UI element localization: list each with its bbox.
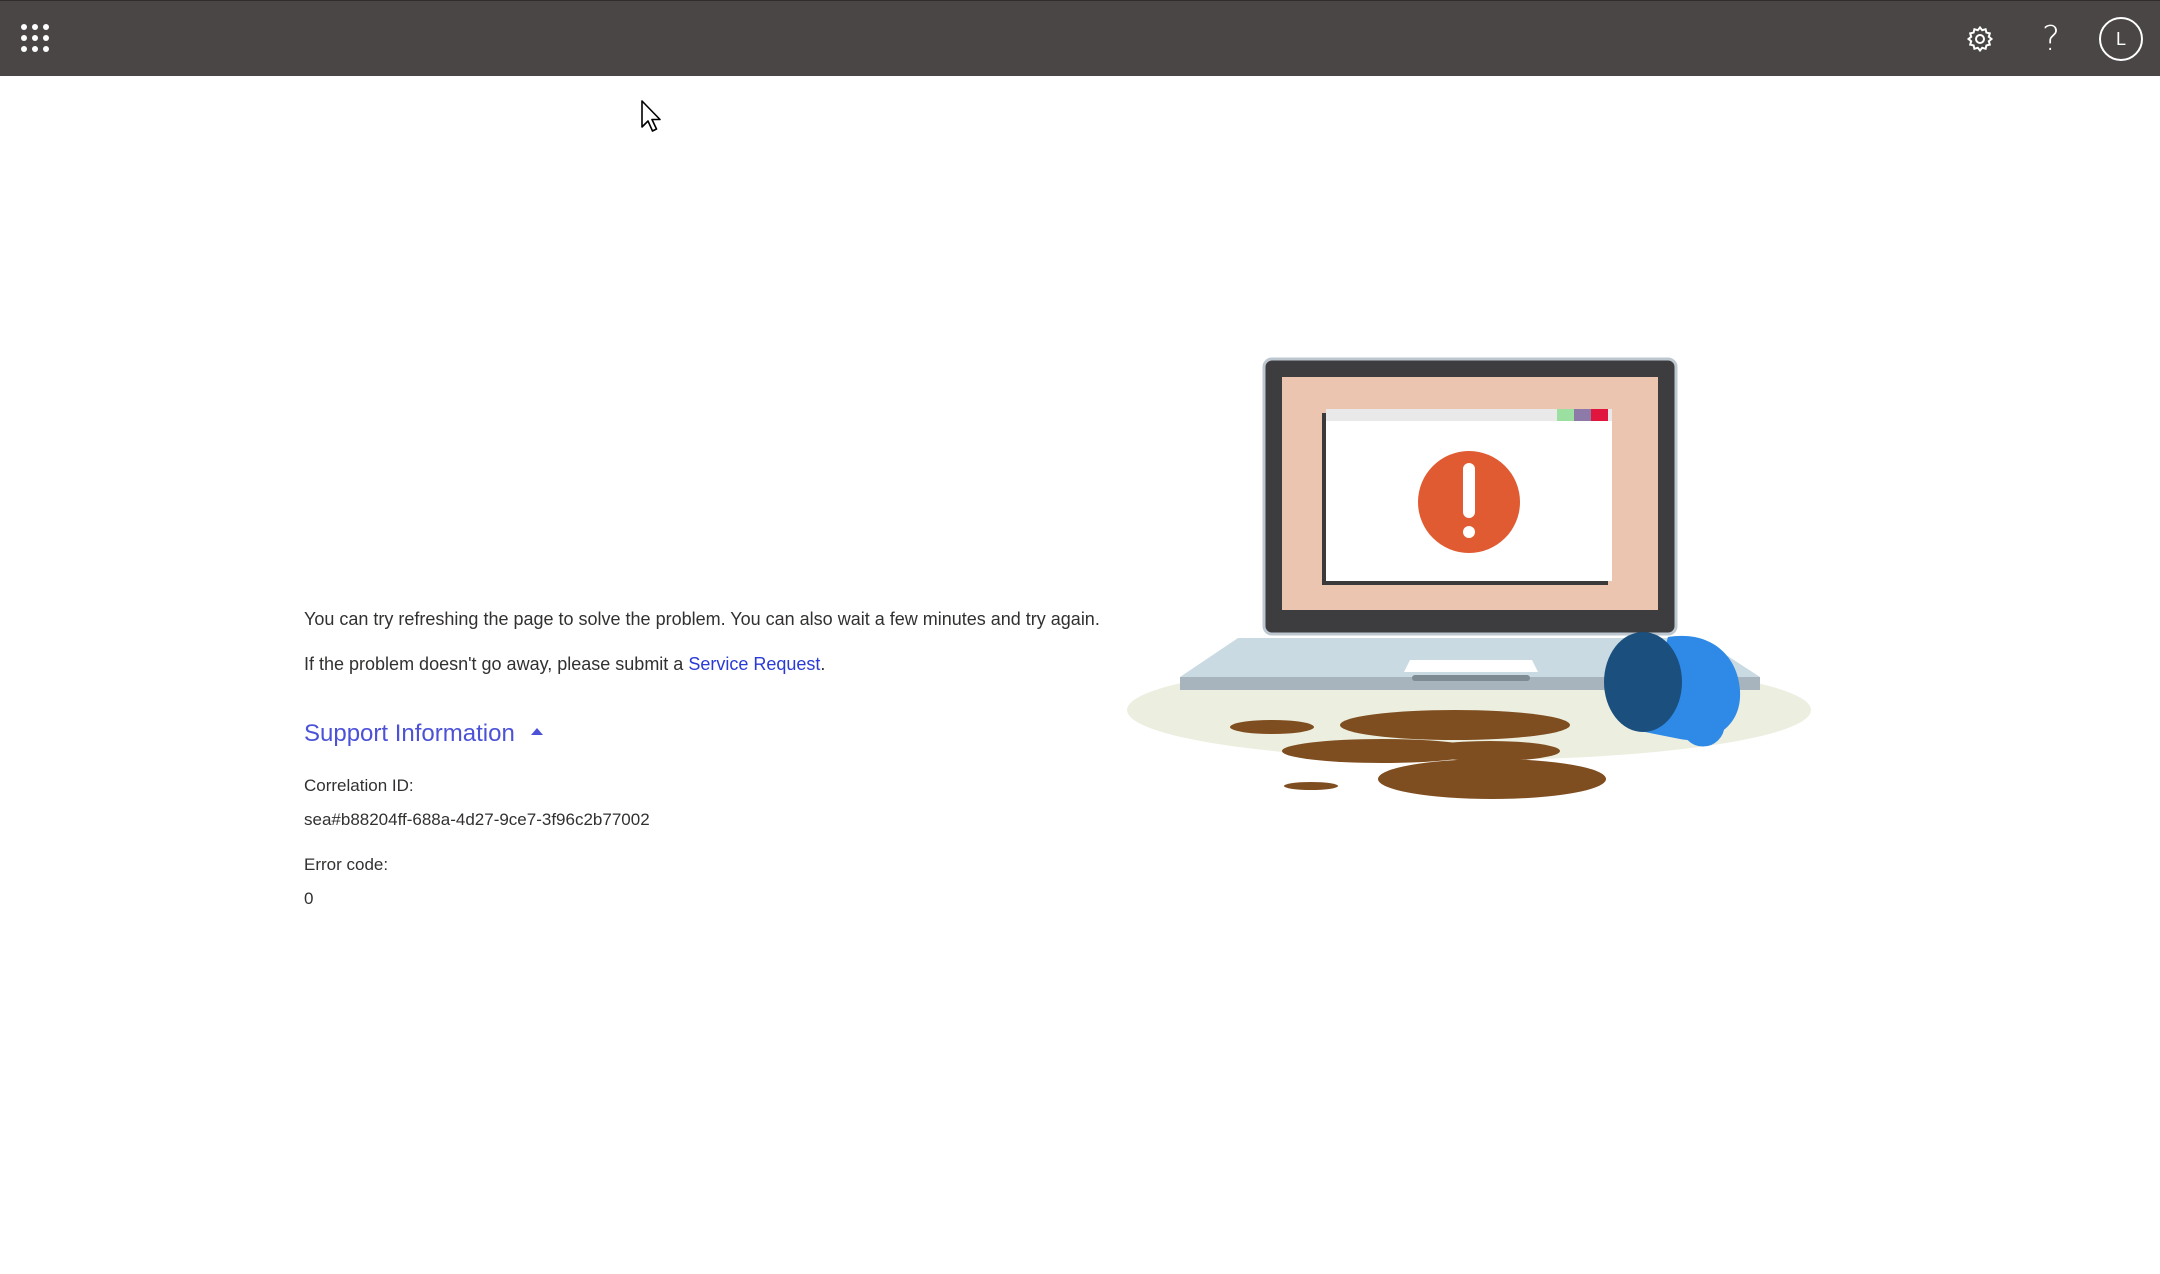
top-bar: ? L (0, 0, 2160, 76)
avatar-initial: L (2115, 28, 2126, 49)
support-information-label: Support Information (304, 720, 515, 747)
error-code-label: Error code: (304, 855, 389, 874)
coffee-puddle (1420, 741, 1560, 761)
correlation-id-label: Correlation ID: (304, 776, 414, 795)
gear-icon[interactable] (1960, 19, 2000, 59)
error-code-value: 0 (304, 889, 314, 908)
coffee-puddle (1340, 710, 1570, 740)
coffee-puddle (1230, 720, 1314, 734)
alert-exclamation-dot (1463, 526, 1475, 538)
refresh-message: You can try refreshing the page to solve… (304, 609, 1100, 629)
service-request-link[interactable]: Service Request (688, 654, 820, 674)
spilled-coffee-laptop-illustration (1127, 357, 1811, 799)
laptop-trackpad (1404, 660, 1538, 672)
window-button-green (1557, 409, 1574, 421)
mouse-cursor-icon (641, 100, 661, 132)
error-content: You can try refreshing the page to solve… (304, 606, 1124, 911)
avatar[interactable]: L (2099, 17, 2143, 61)
alert-exclamation-bar (1463, 463, 1475, 518)
window-button-red (1591, 409, 1608, 421)
coffee-puddle (1378, 759, 1606, 799)
service-request-prefix: If the problem doesn't go away, please s… (304, 654, 689, 674)
correlation-id-value: sea#b88204ff-688a-4d27-9ce7-3f96c2b77002 (304, 810, 650, 829)
window-button-purple (1574, 409, 1591, 421)
mug-opening (1604, 632, 1682, 732)
support-information-toggle[interactable]: Support Information (304, 719, 543, 749)
service-request-suffix: . (820, 654, 826, 674)
question-mark-icon[interactable]: ? (2031, 19, 2071, 59)
caret-up-icon (530, 727, 543, 735)
app-launcher-icon[interactable] (20, 23, 50, 53)
coffee-puddle (1284, 782, 1338, 790)
laptop-hinge-notch (1412, 675, 1530, 681)
service-request-message: If the problem doesn't go away, please s… (304, 651, 1124, 677)
